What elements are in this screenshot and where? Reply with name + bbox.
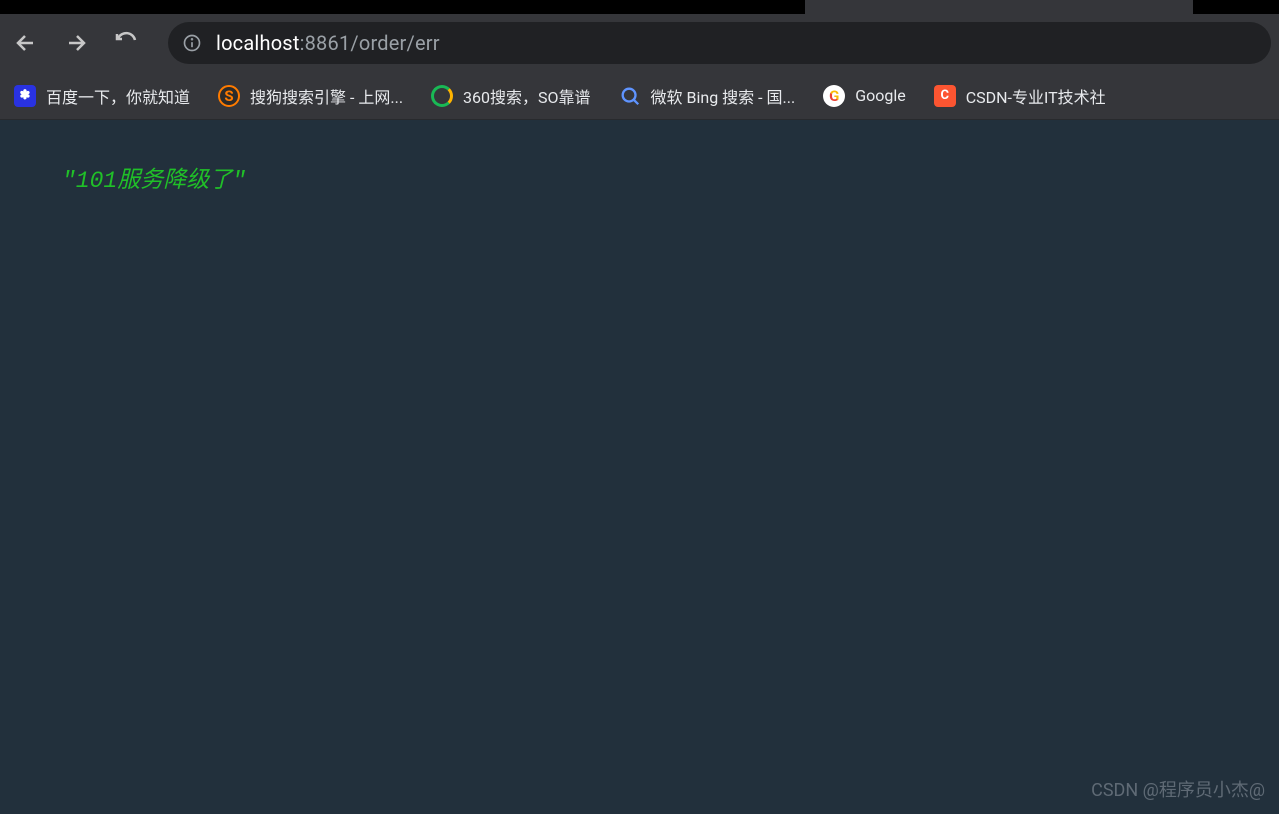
watermark-text: CSDN @程序员小杰@ xyxy=(1091,776,1265,802)
arrow-left-icon xyxy=(14,31,38,55)
tab-area-right xyxy=(1193,0,1279,14)
url-path: :8861/order/err xyxy=(300,31,440,55)
bookmark-label: CSDN-专业IT技术社 xyxy=(966,84,1106,108)
bookmark-label: 百度一下，你就知道 xyxy=(46,84,190,108)
address-bar[interactable]: localhost:8861/order/err xyxy=(168,22,1271,64)
bookmark-bing[interactable]: 微软 Bing 搜索 - 国... xyxy=(619,84,796,108)
bookmark-csdn[interactable]: C CSDN-专业IT技术社 xyxy=(934,84,1106,108)
tab-area-left xyxy=(0,0,805,14)
google-icon xyxy=(823,85,845,107)
url-text: localhost:8861/order/err xyxy=(216,31,440,55)
tab-strip xyxy=(0,0,1279,14)
reload-button[interactable] xyxy=(108,25,144,61)
arrow-right-icon xyxy=(64,31,88,55)
site-info-icon[interactable] xyxy=(182,33,202,53)
bookmarks-bar: ✽ 百度一下，你就知道 搜狗搜索引擎 - 上网... 360搜索，SO靠谱 微软… xyxy=(0,72,1279,120)
back-button[interactable] xyxy=(8,25,44,61)
bookmark-sogou[interactable]: 搜狗搜索引擎 - 上网... xyxy=(218,84,403,108)
csdn-icon: C xyxy=(934,85,956,107)
url-host: localhost xyxy=(216,31,300,55)
sogou-icon xyxy=(218,85,240,107)
tab-area-active[interactable] xyxy=(805,0,1193,14)
bookmark-label: 微软 Bing 搜索 - 国... xyxy=(651,84,796,108)
reload-icon xyxy=(114,31,138,55)
response-body-text: "101服务降级了" xyxy=(62,168,246,194)
bing-icon xyxy=(619,85,641,107)
bookmark-label: 360搜索，SO靠谱 xyxy=(463,84,591,108)
baidu-icon: ✽ xyxy=(14,85,36,107)
bookmark-google[interactable]: Google xyxy=(823,85,906,107)
forward-button[interactable] xyxy=(58,25,94,61)
bookmark-360[interactable]: 360搜索，SO靠谱 xyxy=(431,84,591,108)
360-icon xyxy=(431,85,453,107)
bookmark-baidu[interactable]: ✽ 百度一下，你就知道 xyxy=(14,84,190,108)
browser-toolbar: localhost:8861/order/err xyxy=(0,14,1279,72)
page-content: "101服务降级了" xyxy=(0,120,1279,814)
bookmark-label: 搜狗搜索引擎 - 上网... xyxy=(250,84,403,108)
bookmark-label: Google xyxy=(855,86,906,105)
